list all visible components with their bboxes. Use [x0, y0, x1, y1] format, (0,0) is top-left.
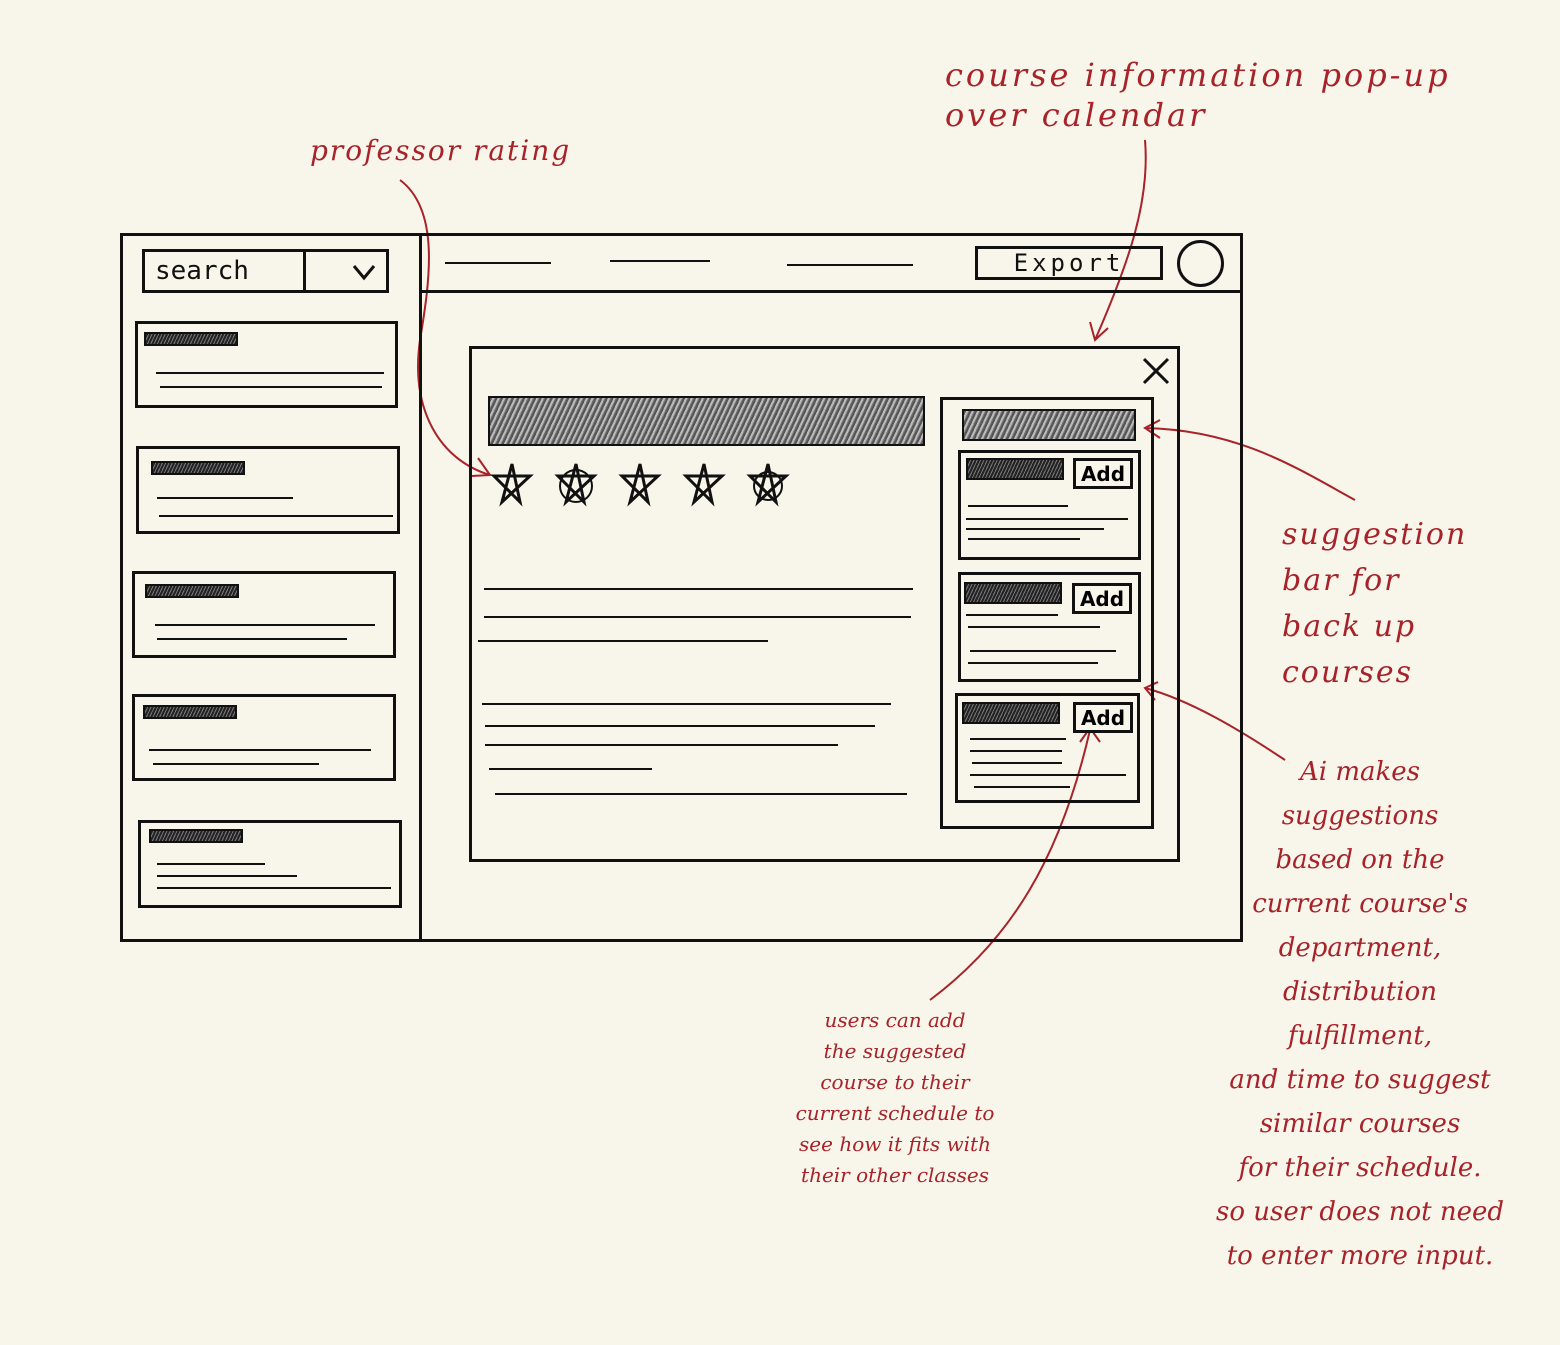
course-card-title: [144, 332, 238, 346]
course-card-title: [149, 829, 243, 843]
course-title: [488, 396, 925, 446]
add-label: Add: [1080, 705, 1126, 730]
suggestion-bar-title: [962, 409, 1136, 441]
add-course-button[interactable]: Add: [1072, 583, 1132, 614]
course-card-text-line: [155, 624, 375, 626]
course-description-line: [489, 768, 652, 770]
suggestion-card-line: [970, 774, 1126, 776]
suggestion-card-title: [964, 582, 1062, 604]
nav-item[interactable]: [610, 260, 710, 262]
course-card-text-line: [157, 863, 265, 865]
course-description-line: [495, 793, 907, 795]
course-card-title: [145, 584, 239, 598]
course-card-text-line: [159, 515, 393, 517]
suggestion-card-line: [968, 662, 1098, 664]
sidebar-divider: [419, 233, 422, 942]
suggestion-card-line: [968, 626, 1100, 628]
star-icon: [682, 460, 726, 512]
course-description-line: [484, 588, 913, 590]
course-card-text-line: [153, 763, 319, 765]
course-card[interactable]: [132, 694, 396, 781]
add-course-button[interactable]: Add: [1073, 458, 1133, 489]
search-placeholder: search: [155, 256, 249, 286]
course-description-line: [485, 744, 838, 746]
add-course-button[interactable]: Add: [1073, 702, 1133, 733]
star-icon: [554, 460, 598, 512]
course-card[interactable]: [138, 820, 402, 908]
suggestion-card-line: [968, 538, 1080, 540]
annotation-suggestion-bar: suggestion bar for back up courses: [1282, 517, 1468, 690]
course-card-text-line: [149, 749, 371, 751]
star-icon: [618, 460, 662, 512]
nav-item[interactable]: [445, 262, 551, 264]
suggestion-card-line: [972, 762, 1062, 764]
course-description-line: [482, 703, 891, 705]
avatar[interactable]: [1177, 240, 1224, 287]
star-icon: [490, 460, 534, 512]
nav-item[interactable]: [787, 264, 913, 266]
suggestion-card-line: [968, 505, 1068, 507]
course-card-text-line: [157, 638, 347, 640]
star-icon: [746, 460, 790, 512]
export-label: Export: [1013, 249, 1125, 277]
suggestion-card-line: [970, 738, 1066, 740]
suggestion-card-line: [974, 786, 1070, 788]
suggestion-card-line: [966, 614, 1058, 616]
course-card[interactable]: [136, 446, 400, 534]
suggestion-card-line: [970, 650, 1116, 652]
add-label: Add: [1080, 461, 1126, 486]
chevron-down-icon[interactable]: [350, 254, 378, 291]
suggestion-card-line: [970, 750, 1062, 752]
suggestion-card-line: [966, 528, 1104, 530]
search-input[interactable]: search: [142, 249, 389, 293]
suggestion-card-title: [962, 702, 1060, 724]
suggestion-card-title: [966, 458, 1064, 480]
annotation-add: users can add the suggested course to th…: [795, 1008, 995, 1187]
header-divider: [419, 290, 1243, 293]
export-button[interactable]: Export: [975, 246, 1163, 280]
course-card-title: [143, 705, 237, 719]
add-label: Add: [1079, 586, 1125, 611]
annotation-ai: Ai makes suggestions based on the curren…: [1216, 757, 1504, 1271]
course-card-text-line: [157, 497, 293, 499]
suggestion-card-line: [966, 518, 1128, 520]
annotation-rating: professor rating: [310, 134, 572, 167]
course-description-line: [478, 640, 768, 642]
close-icon[interactable]: [1140, 355, 1172, 391]
course-card[interactable]: [132, 571, 396, 658]
course-card-text-line: [157, 887, 391, 889]
professor-rating: [490, 460, 790, 512]
course-description-line: [484, 616, 911, 618]
course-description-line: [485, 725, 875, 727]
course-card-text-line: [157, 875, 297, 877]
course-card[interactable]: [135, 321, 398, 408]
search-dropdown-divider: [303, 252, 306, 290]
course-card-title: [151, 461, 245, 475]
annotation-popup: course information pop-up over calendar: [945, 56, 1451, 134]
course-card-text-line: [156, 372, 384, 374]
course-card-text-line: [160, 386, 382, 388]
